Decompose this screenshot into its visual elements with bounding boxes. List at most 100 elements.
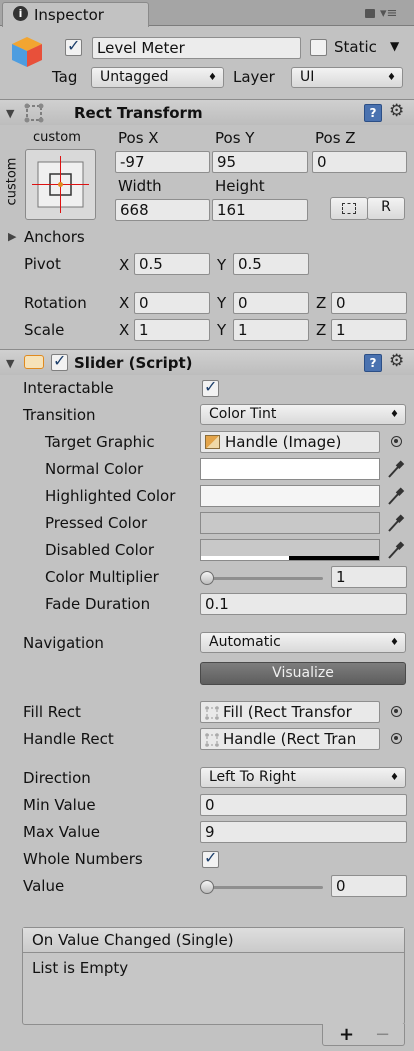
visualize-button[interactable]: Visualize — [200, 662, 406, 685]
rotation-z-label: Z — [316, 294, 327, 312]
chevron-icon: ♦ — [387, 72, 396, 83]
value-slider[interactable] — [205, 886, 323, 889]
scale-label: Scale — [24, 321, 65, 339]
pressed-color-label: Pressed Color — [45, 514, 148, 532]
tag-dropdown[interactable]: Untagged ♦ — [91, 67, 224, 88]
pivot-y-field[interactable]: 0.5 — [233, 253, 309, 275]
script-enabled-checkbox[interactable]: ✓ — [51, 351, 68, 371]
layer-dropdown[interactable]: UI ♦ — [291, 67, 403, 88]
interactable-label: Interactable — [23, 379, 114, 397]
fade-duration-field[interactable]: 0.1 — [200, 593, 407, 615]
rotation-y-field[interactable]: 0 — [233, 292, 309, 314]
help-icon[interactable]: ? — [364, 354, 382, 372]
anchors-foldout-icon[interactable]: ▶ — [8, 230, 16, 243]
gameobject-name-field[interactable]: Level Meter — [92, 37, 301, 59]
rect-transform-header[interactable] — [0, 99, 414, 125]
rect-transform-icon — [205, 706, 219, 720]
whole-numbers-checkbox[interactable]: ✓ — [202, 848, 219, 868]
pos-y-field[interactable]: 95 — [212, 151, 308, 173]
anchor-preset-button[interactable] — [25, 149, 96, 220]
lock-icon[interactable] — [365, 9, 375, 18]
blueprint-icon — [342, 203, 356, 214]
disabled-color-swatch[interactable] — [200, 539, 380, 561]
object-picker-icon[interactable] — [391, 436, 402, 447]
layer-value: UI — [300, 69, 315, 85]
color-multiplier-knob[interactable] — [200, 571, 214, 585]
height-label: Height — [215, 177, 265, 195]
interactable-checkbox[interactable]: ✓ — [202, 377, 219, 397]
event-empty-text: List is Empty — [32, 959, 129, 977]
target-graphic-field[interactable]: Handle (Image) — [200, 431, 380, 453]
scale-z-field[interactable]: 1 — [331, 319, 407, 341]
direction-label: Direction — [23, 769, 91, 787]
raw-edit-button[interactable]: R — [367, 197, 405, 220]
anchor-preset-top-label: custom — [33, 130, 81, 145]
menu-icon[interactable]: ▾≡ — [380, 6, 397, 21]
anchors-label[interactable]: Anchors — [24, 227, 85, 247]
pivot-x-field[interactable]: 0.5 — [134, 253, 210, 275]
scale-x-field[interactable]: 1 — [134, 319, 210, 341]
object-picker-icon[interactable] — [391, 706, 402, 717]
help-icon[interactable]: ? — [364, 104, 382, 122]
highlighted-color-swatch[interactable] — [200, 485, 380, 507]
tab-inspector[interactable]: i Inspector — [2, 2, 149, 27]
object-picker-icon[interactable] — [391, 733, 402, 744]
rotation-y-label: Y — [217, 294, 227, 312]
pos-x-field[interactable]: -97 — [115, 151, 210, 173]
static-dropdown-icon[interactable]: ▼ — [390, 39, 399, 53]
rotation-z-field[interactable]: 0 — [331, 292, 407, 314]
handle-rect-field[interactable]: Handle (Rect Tran — [200, 728, 380, 750]
rotation-label: Rotation — [24, 294, 87, 312]
info-icon: i — [13, 6, 28, 21]
navigation-dropdown[interactable]: Automatic ♦ — [200, 632, 406, 653]
fill-rect-label: Fill Rect — [23, 703, 81, 721]
gear-icon[interactable]: ⚙ — [389, 351, 404, 371]
add-listener-button[interactable]: + — [339, 1025, 354, 1045]
value-field[interactable]: 0 — [331, 875, 407, 897]
eyedropper-icon[interactable] — [386, 539, 406, 561]
transition-dropdown[interactable]: Color Tint ♦ — [200, 404, 406, 425]
blueprint-mode-button[interactable] — [330, 197, 368, 220]
max-value-field[interactable]: 9 — [200, 821, 407, 843]
gear-icon[interactable]: ⚙ — [389, 101, 404, 121]
visualize-label: Visualize — [272, 665, 334, 681]
fill-rect-value: Fill (Rect Transfor — [223, 703, 352, 721]
value-slider-knob[interactable] — [200, 880, 214, 894]
event-title: On Value Changed (Single) — [32, 931, 234, 949]
static-checkbox[interactable] — [310, 39, 327, 56]
width-field[interactable]: 668 — [115, 199, 210, 221]
rotation-x-field[interactable]: 0 — [134, 292, 210, 314]
slider-script-title: Slider (Script) — [74, 354, 193, 372]
color-multiplier-slider[interactable] — [205, 577, 323, 580]
fill-rect-field[interactable]: Fill (Rect Transfor — [200, 701, 380, 723]
color-multiplier-field[interactable]: 1 — [331, 566, 407, 588]
pos-z-field[interactable]: 0 — [312, 151, 407, 173]
rect-transform-title: Rect Transform — [74, 104, 203, 122]
foldout-icon[interactable]: ▼ — [6, 107, 14, 120]
remove-listener-button[interactable]: − — [375, 1025, 390, 1045]
pivot-y-label: Y — [217, 256, 227, 274]
target-graphic-value: Handle (Image) — [225, 433, 342, 451]
chevron-icon: ♦ — [390, 637, 399, 648]
foldout-icon[interactable]: ▼ — [6, 357, 14, 370]
highlighted-color-label: Highlighted Color — [45, 487, 176, 505]
normal-color-swatch[interactable] — [200, 458, 380, 480]
handle-rect-value: Handle (Rect Tran — [223, 730, 357, 748]
pos-z-label: Pos Z — [315, 129, 356, 147]
rotation-x-label: X — [119, 294, 130, 312]
min-value-field[interactable]: 0 — [200, 794, 407, 816]
tab-title: Inspector — [34, 6, 104, 24]
active-checkbox[interactable]: ✓ — [65, 36, 82, 56]
eyedropper-icon[interactable] — [386, 458, 406, 480]
handle-rect-label: Handle Rect — [23, 730, 114, 748]
height-field[interactable]: 161 — [212, 199, 308, 221]
direction-dropdown[interactable]: Left To Right ♦ — [200, 767, 406, 788]
fade-duration-label: Fade Duration — [45, 595, 151, 613]
scale-y-field[interactable]: 1 — [233, 319, 309, 341]
pressed-color-swatch[interactable] — [200, 512, 380, 534]
anchor-preset-side-label: custom — [4, 157, 20, 206]
alpha-bar — [201, 556, 289, 560]
chevron-icon: ♦ — [208, 72, 217, 83]
eyedropper-icon[interactable] — [386, 512, 406, 534]
eyedropper-icon[interactable] — [386, 485, 406, 507]
